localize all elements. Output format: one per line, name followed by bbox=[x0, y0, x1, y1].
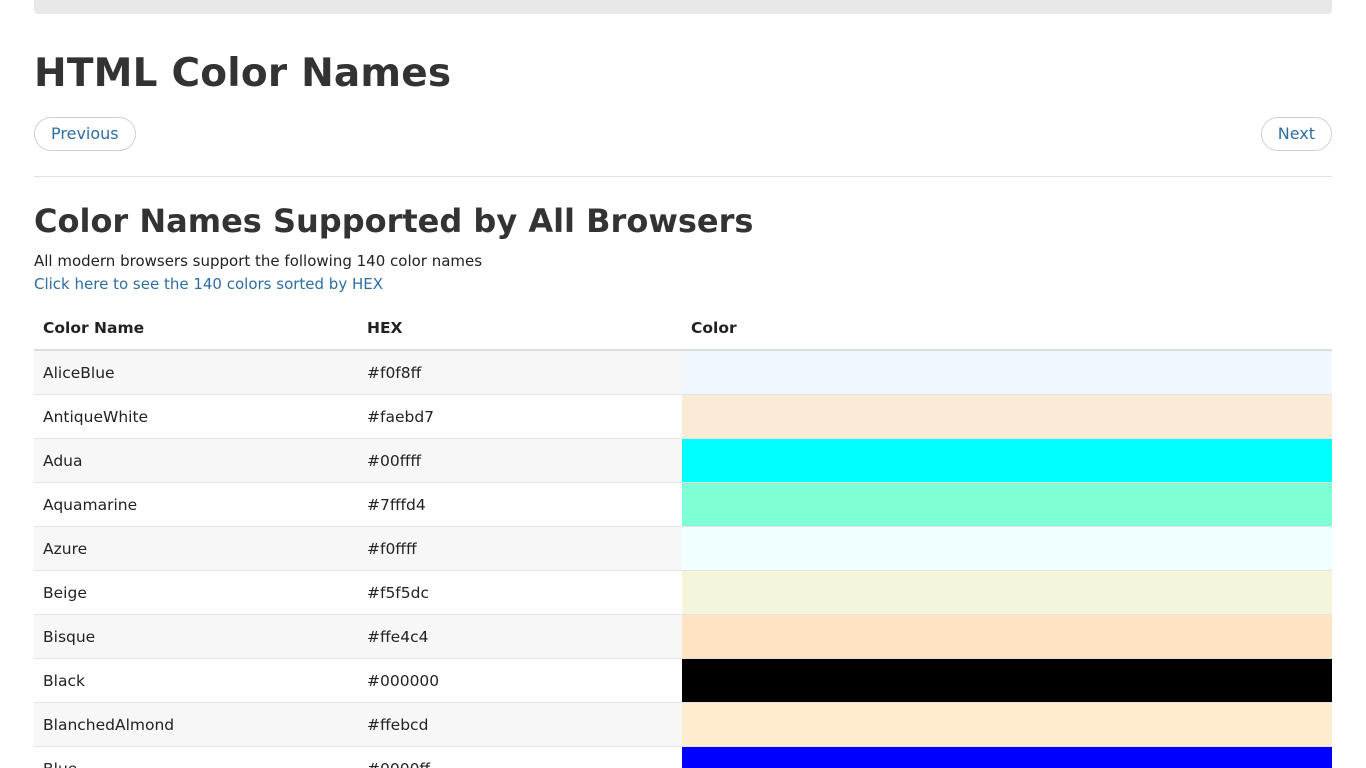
sort-by-hex-link[interactable]: Click here to see the 140 colors sorted … bbox=[34, 274, 383, 294]
page: HTML Color Names Previous Next Color Nam… bbox=[0, 0, 1366, 768]
hex-cell: #7fffd4 bbox=[358, 482, 682, 527]
table-row: AliceBlue #f0f8ff bbox=[34, 349, 1332, 395]
color-swatch bbox=[682, 482, 1332, 527]
hex-cell: #faebd7 bbox=[358, 394, 682, 439]
page-title: HTML Color Names bbox=[34, 51, 452, 96]
color-swatch bbox=[682, 526, 1332, 571]
divider bbox=[34, 176, 1332, 177]
color-name-cell: Black bbox=[34, 658, 358, 703]
table-row: Aquamarine #7fffd4 bbox=[34, 482, 1332, 527]
top-bar bbox=[34, 0, 1332, 14]
hex-cell: #00ffff bbox=[358, 438, 682, 483]
color-swatch bbox=[682, 438, 1332, 483]
color-name-cell: Adua bbox=[34, 438, 358, 483]
color-name-cell: AliceBlue bbox=[34, 349, 358, 395]
hex-cell: #f5f5dc bbox=[358, 570, 682, 615]
table-row: Black #000000 bbox=[34, 658, 1332, 703]
table-row: Beige #f5f5dc bbox=[34, 570, 1332, 615]
intro-text: All modern browsers support the followin… bbox=[34, 252, 483, 270]
color-swatch bbox=[682, 614, 1332, 659]
color-name-cell: AntiqueWhite bbox=[34, 394, 358, 439]
color-name-cell: Aquamarine bbox=[34, 482, 358, 527]
color-swatch bbox=[682, 658, 1332, 703]
table-row: Blue#0000ff bbox=[34, 746, 1332, 768]
table-row: AntiqueWhite #faebd7 bbox=[34, 394, 1332, 439]
table-row: BlanchedAlmond #ffebcd bbox=[34, 702, 1332, 747]
color-name-cell: Bisque bbox=[34, 614, 358, 659]
table-row: Bisque #ffe4c4 bbox=[34, 614, 1332, 659]
header-hex: HEX bbox=[358, 307, 682, 351]
color-swatch bbox=[682, 394, 1332, 439]
color-table: Color Name HEX Color AliceBlue #f0f8ff Ant… bbox=[34, 307, 1332, 768]
hex-cell: #000000 bbox=[358, 658, 682, 703]
hex-cell: #0000ff bbox=[358, 746, 682, 768]
color-name-cell: Azure bbox=[34, 526, 358, 571]
previous-button[interactable]: Previous bbox=[34, 117, 136, 151]
color-name-cell: BlanchedAlmond bbox=[34, 702, 358, 747]
color-swatch bbox=[682, 746, 1332, 768]
hex-cell: #f0ffff bbox=[358, 526, 682, 571]
color-name-cell: Beige bbox=[34, 570, 358, 615]
header-color-name: Color Name bbox=[34, 307, 358, 351]
table-row: Adua #00ffff bbox=[34, 438, 1332, 483]
color-swatch bbox=[682, 702, 1332, 747]
color-swatch bbox=[682, 349, 1332, 395]
table-row: Azure #f0ffff bbox=[34, 526, 1332, 571]
header-color: Color bbox=[682, 307, 1332, 351]
hex-cell: #f0f8ff bbox=[358, 349, 682, 395]
section-heading: Color Names Supported by All Browsers bbox=[34, 202, 754, 240]
next-button[interactable]: Next bbox=[1260, 117, 1332, 151]
table-body: AliceBlue #f0f8ff AntiqueWhite #faebd7 Adua #… bbox=[34, 349, 1332, 768]
hex-cell: #ffe4c4 bbox=[358, 614, 682, 659]
color-swatch bbox=[682, 570, 1332, 615]
color-name-cell: Blue bbox=[34, 746, 358, 768]
hex-cell: #ffebcd bbox=[358, 702, 682, 747]
table-header-row: Color Name HEX Color bbox=[34, 307, 1332, 351]
